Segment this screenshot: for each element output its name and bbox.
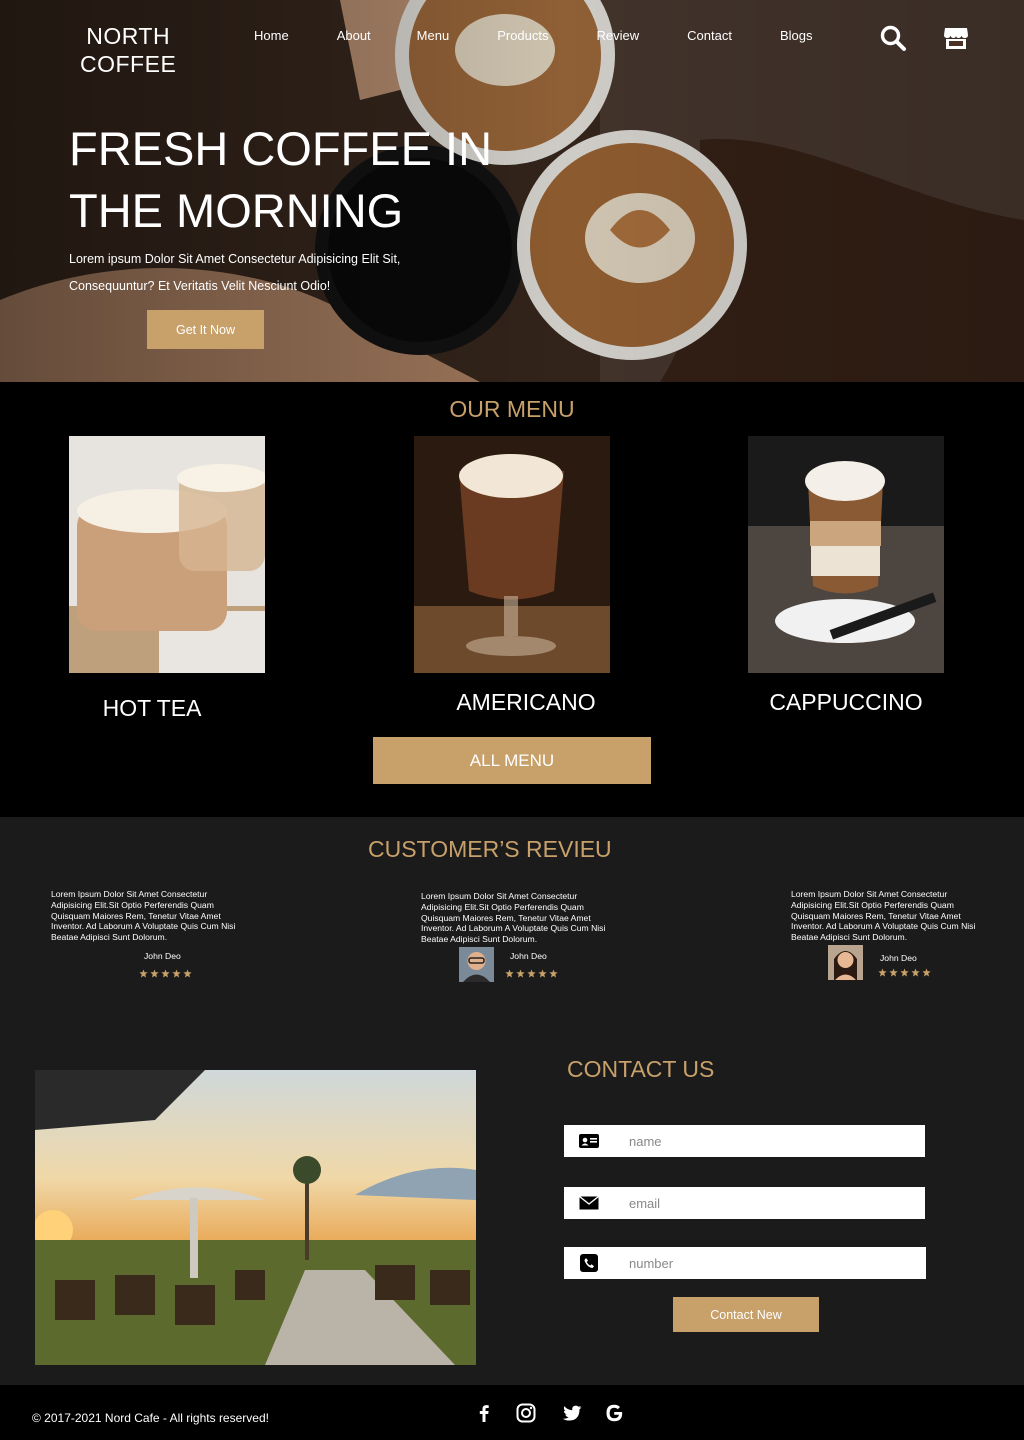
hero-text-line2: Consequuntur? Et Veritatis Velit Nesciun… [69,279,331,293]
americano-image[interactable] [414,436,610,673]
nav-link-review[interactable]: Review [597,28,640,43]
number-field [564,1247,926,1279]
reviewer-name: John Deo [510,951,547,961]
menu-item-name: AMERICANO [456,689,596,715]
avatar [828,945,863,980]
envelope-icon [579,1195,599,1210]
email-field [564,1187,925,1219]
nav-link-contact[interactable]: Contact [687,28,732,43]
twitter-icon[interactable] [561,1402,583,1424]
star-icon [878,968,887,977]
reviews-title: CUSTOMER’S REVIEU [368,836,612,862]
review-text: Lorem Ipsum Dolor Sit Amet Consectetur A… [51,889,236,943]
main-nav: Home About Menu Products Review Contact … [254,28,812,43]
footer: © 2017-2021 Nord Cafe - All rights reser… [0,1385,1024,1440]
nav-link-blogs[interactable]: Blogs [780,28,813,43]
nav-link-home[interactable]: Home [254,28,289,43]
page: NORTH COFFEE Home About Menu Products Re… [0,0,1024,1440]
review-text: Lorem Ipsum Dolor Sit Amet Consectetur A… [791,889,976,943]
hero-title-line2: THE MORNING [69,184,404,237]
hero-title: FRESH COFFEE IN THE MORNING [69,118,529,242]
star-icon [527,969,536,978]
all-menu-button[interactable]: ALL MENU [373,737,651,784]
star-icon [139,969,148,978]
star-icon [889,968,898,977]
get-it-now-button[interactable]: Get It Now [147,310,264,349]
facebook-icon[interactable] [473,1402,495,1424]
contact-new-button[interactable]: Contact New [673,1297,819,1332]
email-input[interactable] [629,1187,925,1219]
store-icon[interactable] [942,24,970,52]
star-icon [538,969,547,978]
star-icon [183,969,192,978]
menu-title: OUR MENU [449,396,575,422]
review-text: Lorem Ipsum Dolor Sit Amet Consectetur A… [421,891,606,945]
reviewer-name: John Deo [880,953,917,963]
instagram-icon[interactable] [515,1402,537,1424]
star-icon [505,969,514,978]
cappuccino-image[interactable] [748,436,944,673]
star-icon [161,969,170,978]
number-input[interactable] [629,1247,926,1279]
menu-item-name: CAPPUCCINO [769,689,923,715]
star-rating [878,968,931,977]
avatar [459,947,494,982]
contact-title: CONTACT US [567,1056,715,1082]
cafe-terrace-image [35,1070,476,1365]
star-icon [549,969,558,978]
google-icon[interactable] [603,1402,625,1424]
hero-title-line1: FRESH COFFEE IN [69,122,493,175]
menu-item-name: HOT TEA [102,695,202,721]
name-field [564,1125,925,1157]
hero-description: Lorem ipsum Dolor Sit Amet Consectetur A… [69,246,489,300]
phone-icon [580,1254,598,1272]
logo-line2: COFFEE [80,51,177,77]
reviewer-name: John Deo [144,951,181,961]
star-icon [150,969,159,978]
star-rating [139,969,192,978]
contact-section: CONTACT US Contact [0,1032,1024,1385]
logo[interactable]: NORTH COFFEE [80,22,176,78]
star-icon [922,968,931,977]
nav-link-about[interactable]: About [337,28,371,43]
id-card-icon [579,1134,599,1148]
menu-section: OUR MENU HOT TEA AMERICANO CAPPUCCINO AL… [0,382,1024,817]
star-icon [911,968,920,977]
star-icon [516,969,525,978]
hero-section: NORTH COFFEE Home About Menu Products Re… [0,0,1024,382]
star-rating [505,969,558,978]
hot-tea-image[interactable] [69,436,265,673]
logo-line1: NORTH [86,23,171,49]
hero-text-line1: Lorem ipsum Dolor Sit Amet Consectetur A… [69,252,401,266]
nav-link-products[interactable]: Products [497,28,548,43]
star-icon [172,969,181,978]
reviews-section: CUSTOMER’S REVIEU Lorem Ipsum Dolor Sit … [0,817,1024,1032]
name-input[interactable] [629,1125,925,1157]
search-icon[interactable] [879,24,907,52]
nav-link-menu[interactable]: Menu [417,28,450,43]
star-icon [900,968,909,977]
copyright-text: © 2017-2021 Nord Cafe - All rights reser… [32,1411,269,1425]
